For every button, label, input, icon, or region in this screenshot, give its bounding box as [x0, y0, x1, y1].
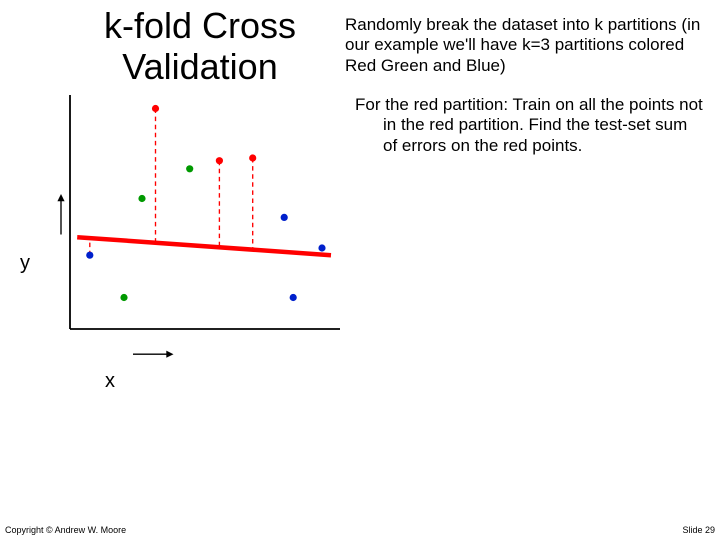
- slide-number: Slide 29: [682, 525, 715, 535]
- data-point: [249, 154, 256, 161]
- data-point: [281, 214, 288, 221]
- y-axis-label: y: [20, 252, 30, 275]
- data-point: [318, 244, 325, 251]
- regression-line: [77, 237, 331, 255]
- data-point: [138, 195, 145, 202]
- slide-title: k-fold Cross Validation: [60, 5, 340, 88]
- scatter-chart: [45, 95, 365, 365]
- x-axis-label: x: [105, 370, 115, 393]
- data-point: [86, 252, 93, 259]
- data-point: [290, 294, 297, 301]
- copyright-text: Copyright © Andrew W. Moore: [5, 525, 126, 535]
- data-point: [152, 105, 159, 112]
- description-2: For the red partition: Train on all the …: [355, 95, 705, 156]
- data-point: [186, 165, 193, 172]
- data-point: [120, 294, 127, 301]
- description-1: Randomly break the dataset into k partit…: [345, 15, 705, 76]
- data-point: [216, 157, 223, 164]
